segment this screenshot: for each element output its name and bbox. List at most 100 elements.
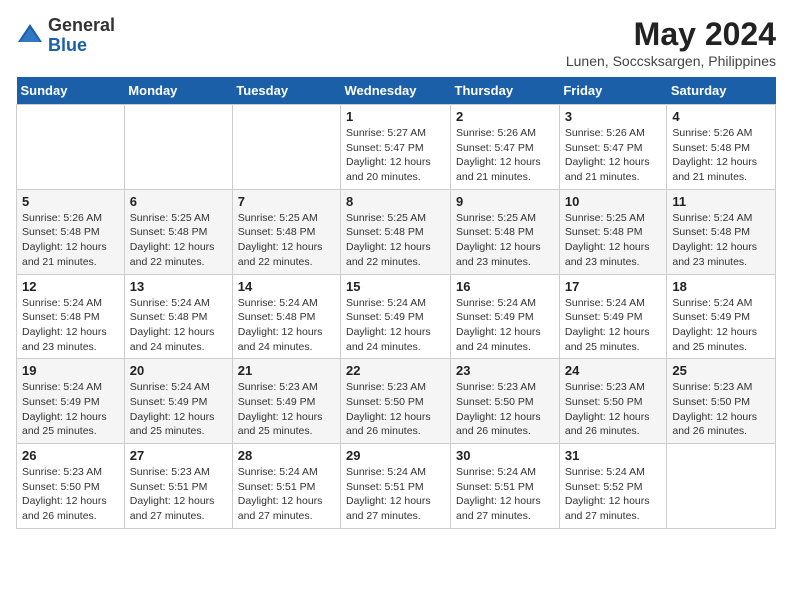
calendar-cell: 10 Sunrise: 5:25 AMSunset: 5:48 PMDayligh… <box>559 189 667 274</box>
day-number: 9 <box>456 194 554 209</box>
calendar-cell: 4 Sunrise: 5:26 AMSunset: 5:48 PMDaylight… <box>667 105 776 190</box>
day-number: 31 <box>565 448 662 463</box>
cell-info: Sunrise: 5:24 AMSunset: 5:49 PMDaylight:… <box>22 381 107 437</box>
cell-info: Sunrise: 5:24 AMSunset: 5:51 PMDaylight:… <box>238 466 323 522</box>
calendar-cell: 7 Sunrise: 5:25 AMSunset: 5:48 PMDaylight… <box>232 189 340 274</box>
day-number: 1 <box>346 109 445 124</box>
calendar-cell: 20 Sunrise: 5:24 AMSunset: 5:49 PMDayligh… <box>124 359 232 444</box>
day-number: 14 <box>238 279 335 294</box>
calendar-cell: 3 Sunrise: 5:26 AMSunset: 5:47 PMDaylight… <box>559 105 667 190</box>
calendar-cell <box>17 105 125 190</box>
calendar-cell: 16 Sunrise: 5:24 AMSunset: 5:49 PMDayligh… <box>451 274 560 359</box>
calendar-week-row: 19Sunrise: 5:24 AMSunset: 5:49 PMDayligh… <box>17 359 776 444</box>
calendar-cell: 24 Sunrise: 5:23 AMSunset: 5:50 PMDayligh… <box>559 359 667 444</box>
day-number: 16 <box>456 279 554 294</box>
calendar-cell: 14 Sunrise: 5:24 AMSunset: 5:48 PMDayligh… <box>232 274 340 359</box>
day-number: 18 <box>672 279 770 294</box>
cell-info: Sunrise: 5:24 AMSunset: 5:49 PMDaylight:… <box>346 297 431 353</box>
location-subtitle: Lunen, Soccsksargen, Philippines <box>566 53 776 69</box>
day-number: 4 <box>672 109 770 124</box>
cell-info: Sunrise: 5:24 AMSunset: 5:49 PMDaylight:… <box>672 297 757 353</box>
calendar-cell: 21 Sunrise: 5:23 AMSunset: 5:49 PMDayligh… <box>232 359 340 444</box>
cell-info: Sunrise: 5:24 AMSunset: 5:49 PMDaylight:… <box>130 381 215 437</box>
day-number: 5 <box>22 194 119 209</box>
cell-info: Sunrise: 5:25 AMSunset: 5:48 PMDaylight:… <box>130 212 215 268</box>
cell-info: Sunrise: 5:26 AMSunset: 5:47 PMDaylight:… <box>565 127 650 183</box>
calendar-week-row: 1 Sunrise: 5:27 AMSunset: 5:47 PMDaylight… <box>17 105 776 190</box>
cell-info: Sunrise: 5:24 AMSunset: 5:51 PMDaylight:… <box>456 466 541 522</box>
weekday-header-thursday: Thursday <box>451 77 560 105</box>
calendar-cell: 8 Sunrise: 5:25 AMSunset: 5:48 PMDaylight… <box>341 189 451 274</box>
cell-info: Sunrise: 5:26 AMSunset: 5:48 PMDaylight:… <box>22 212 107 268</box>
cell-info: Sunrise: 5:23 AMSunset: 5:50 PMDaylight:… <box>22 466 107 522</box>
cell-info: Sunrise: 5:24 AMSunset: 5:49 PMDaylight:… <box>456 297 541 353</box>
logo-general-text: General <box>48 15 115 35</box>
day-number: 25 <box>672 363 770 378</box>
calendar-cell: 28 Sunrise: 5:24 AMSunset: 5:51 PMDayligh… <box>232 444 340 529</box>
day-number: 22 <box>346 363 445 378</box>
calendar-cell: 13 Sunrise: 5:24 AMSunset: 5:48 PMDayligh… <box>124 274 232 359</box>
weekday-header-wednesday: Wednesday <box>341 77 451 105</box>
logo: General Blue <box>16 16 115 56</box>
cell-info: Sunrise: 5:24 AMSunset: 5:52 PMDaylight:… <box>565 466 650 522</box>
day-number: 23 <box>456 363 554 378</box>
calendar-cell: 29Sunrise: 5:24 AMSunset: 5:51 PMDayligh… <box>341 444 451 529</box>
cell-info: Sunrise: 5:25 AMSunset: 5:48 PMDaylight:… <box>238 212 323 268</box>
day-number: 21 <box>238 363 335 378</box>
calendar-week-row: 12Sunrise: 5:24 AMSunset: 5:48 PMDayligh… <box>17 274 776 359</box>
cell-info: Sunrise: 5:24 AMSunset: 5:48 PMDaylight:… <box>22 297 107 353</box>
day-number: 17 <box>565 279 662 294</box>
calendar-cell: 30 Sunrise: 5:24 AMSunset: 5:51 PMDayligh… <box>451 444 560 529</box>
calendar-cell: 22Sunrise: 5:23 AMSunset: 5:50 PMDayligh… <box>341 359 451 444</box>
day-number: 30 <box>456 448 554 463</box>
day-number: 3 <box>565 109 662 124</box>
day-number: 10 <box>565 194 662 209</box>
weekday-header-saturday: Saturday <box>667 77 776 105</box>
calendar-cell: 2 Sunrise: 5:26 AMSunset: 5:47 PMDaylight… <box>451 105 560 190</box>
weekday-header-row: SundayMondayTuesdayWednesdayThursdayFrid… <box>17 77 776 105</box>
day-number: 15 <box>346 279 445 294</box>
calendar-cell: 19Sunrise: 5:24 AMSunset: 5:49 PMDayligh… <box>17 359 125 444</box>
weekday-header-sunday: Sunday <box>17 77 125 105</box>
day-number: 2 <box>456 109 554 124</box>
calendar-cell: 17 Sunrise: 5:24 AMSunset: 5:49 PMDayligh… <box>559 274 667 359</box>
calendar-week-row: 26 Sunrise: 5:23 AMSunset: 5:50 PMDayligh… <box>17 444 776 529</box>
cell-info: Sunrise: 5:24 AMSunset: 5:48 PMDaylight:… <box>130 297 215 353</box>
calendar-cell: 9 Sunrise: 5:25 AMSunset: 5:48 PMDaylight… <box>451 189 560 274</box>
day-number: 8 <box>346 194 445 209</box>
calendar-week-row: 5 Sunrise: 5:26 AMSunset: 5:48 PMDaylight… <box>17 189 776 274</box>
cell-info: Sunrise: 5:25 AMSunset: 5:48 PMDaylight:… <box>565 212 650 268</box>
cell-info: Sunrise: 5:24 AMSunset: 5:49 PMDaylight:… <box>565 297 650 353</box>
page-header: General Blue May 2024 Lunen, Soccsksarge… <box>16 16 776 69</box>
day-number: 6 <box>130 194 227 209</box>
calendar-cell: 11Sunrise: 5:24 AMSunset: 5:48 PMDayligh… <box>667 189 776 274</box>
weekday-header-monday: Monday <box>124 77 232 105</box>
calendar-cell <box>124 105 232 190</box>
title-block: May 2024 Lunen, Soccsksargen, Philippine… <box>566 16 776 69</box>
cell-info: Sunrise: 5:24 AMSunset: 5:48 PMDaylight:… <box>238 297 323 353</box>
day-number: 24 <box>565 363 662 378</box>
cell-info: Sunrise: 5:26 AMSunset: 5:48 PMDaylight:… <box>672 127 757 183</box>
calendar-table: SundayMondayTuesdayWednesdayThursdayFrid… <box>16 77 776 529</box>
calendar-cell: 5 Sunrise: 5:26 AMSunset: 5:48 PMDaylight… <box>17 189 125 274</box>
cell-info: Sunrise: 5:26 AMSunset: 5:47 PMDaylight:… <box>456 127 541 183</box>
weekday-header-friday: Friday <box>559 77 667 105</box>
cell-info: Sunrise: 5:23 AMSunset: 5:50 PMDaylight:… <box>672 381 757 437</box>
day-number: 13 <box>130 279 227 294</box>
day-number: 20 <box>130 363 227 378</box>
day-number: 7 <box>238 194 335 209</box>
day-number: 28 <box>238 448 335 463</box>
calendar-cell <box>667 444 776 529</box>
calendar-cell: 15 Sunrise: 5:24 AMSunset: 5:49 PMDayligh… <box>341 274 451 359</box>
cell-info: Sunrise: 5:23 AMSunset: 5:50 PMDaylight:… <box>565 381 650 437</box>
day-number: 26 <box>22 448 119 463</box>
cell-info: Sunrise: 5:27 AMSunset: 5:47 PMDaylight:… <box>346 127 431 183</box>
calendar-cell <box>232 105 340 190</box>
day-number: 29 <box>346 448 445 463</box>
cell-info: Sunrise: 5:25 AMSunset: 5:48 PMDaylight:… <box>456 212 541 268</box>
cell-info: Sunrise: 5:25 AMSunset: 5:48 PMDaylight:… <box>346 212 431 268</box>
cell-info: Sunrise: 5:24 AMSunset: 5:48 PMDaylight:… <box>672 212 757 268</box>
cell-info: Sunrise: 5:23 AMSunset: 5:49 PMDaylight:… <box>238 381 323 437</box>
calendar-cell: 25 Sunrise: 5:23 AMSunset: 5:50 PMDayligh… <box>667 359 776 444</box>
calendar-cell: 23Sunrise: 5:23 AMSunset: 5:50 PMDayligh… <box>451 359 560 444</box>
